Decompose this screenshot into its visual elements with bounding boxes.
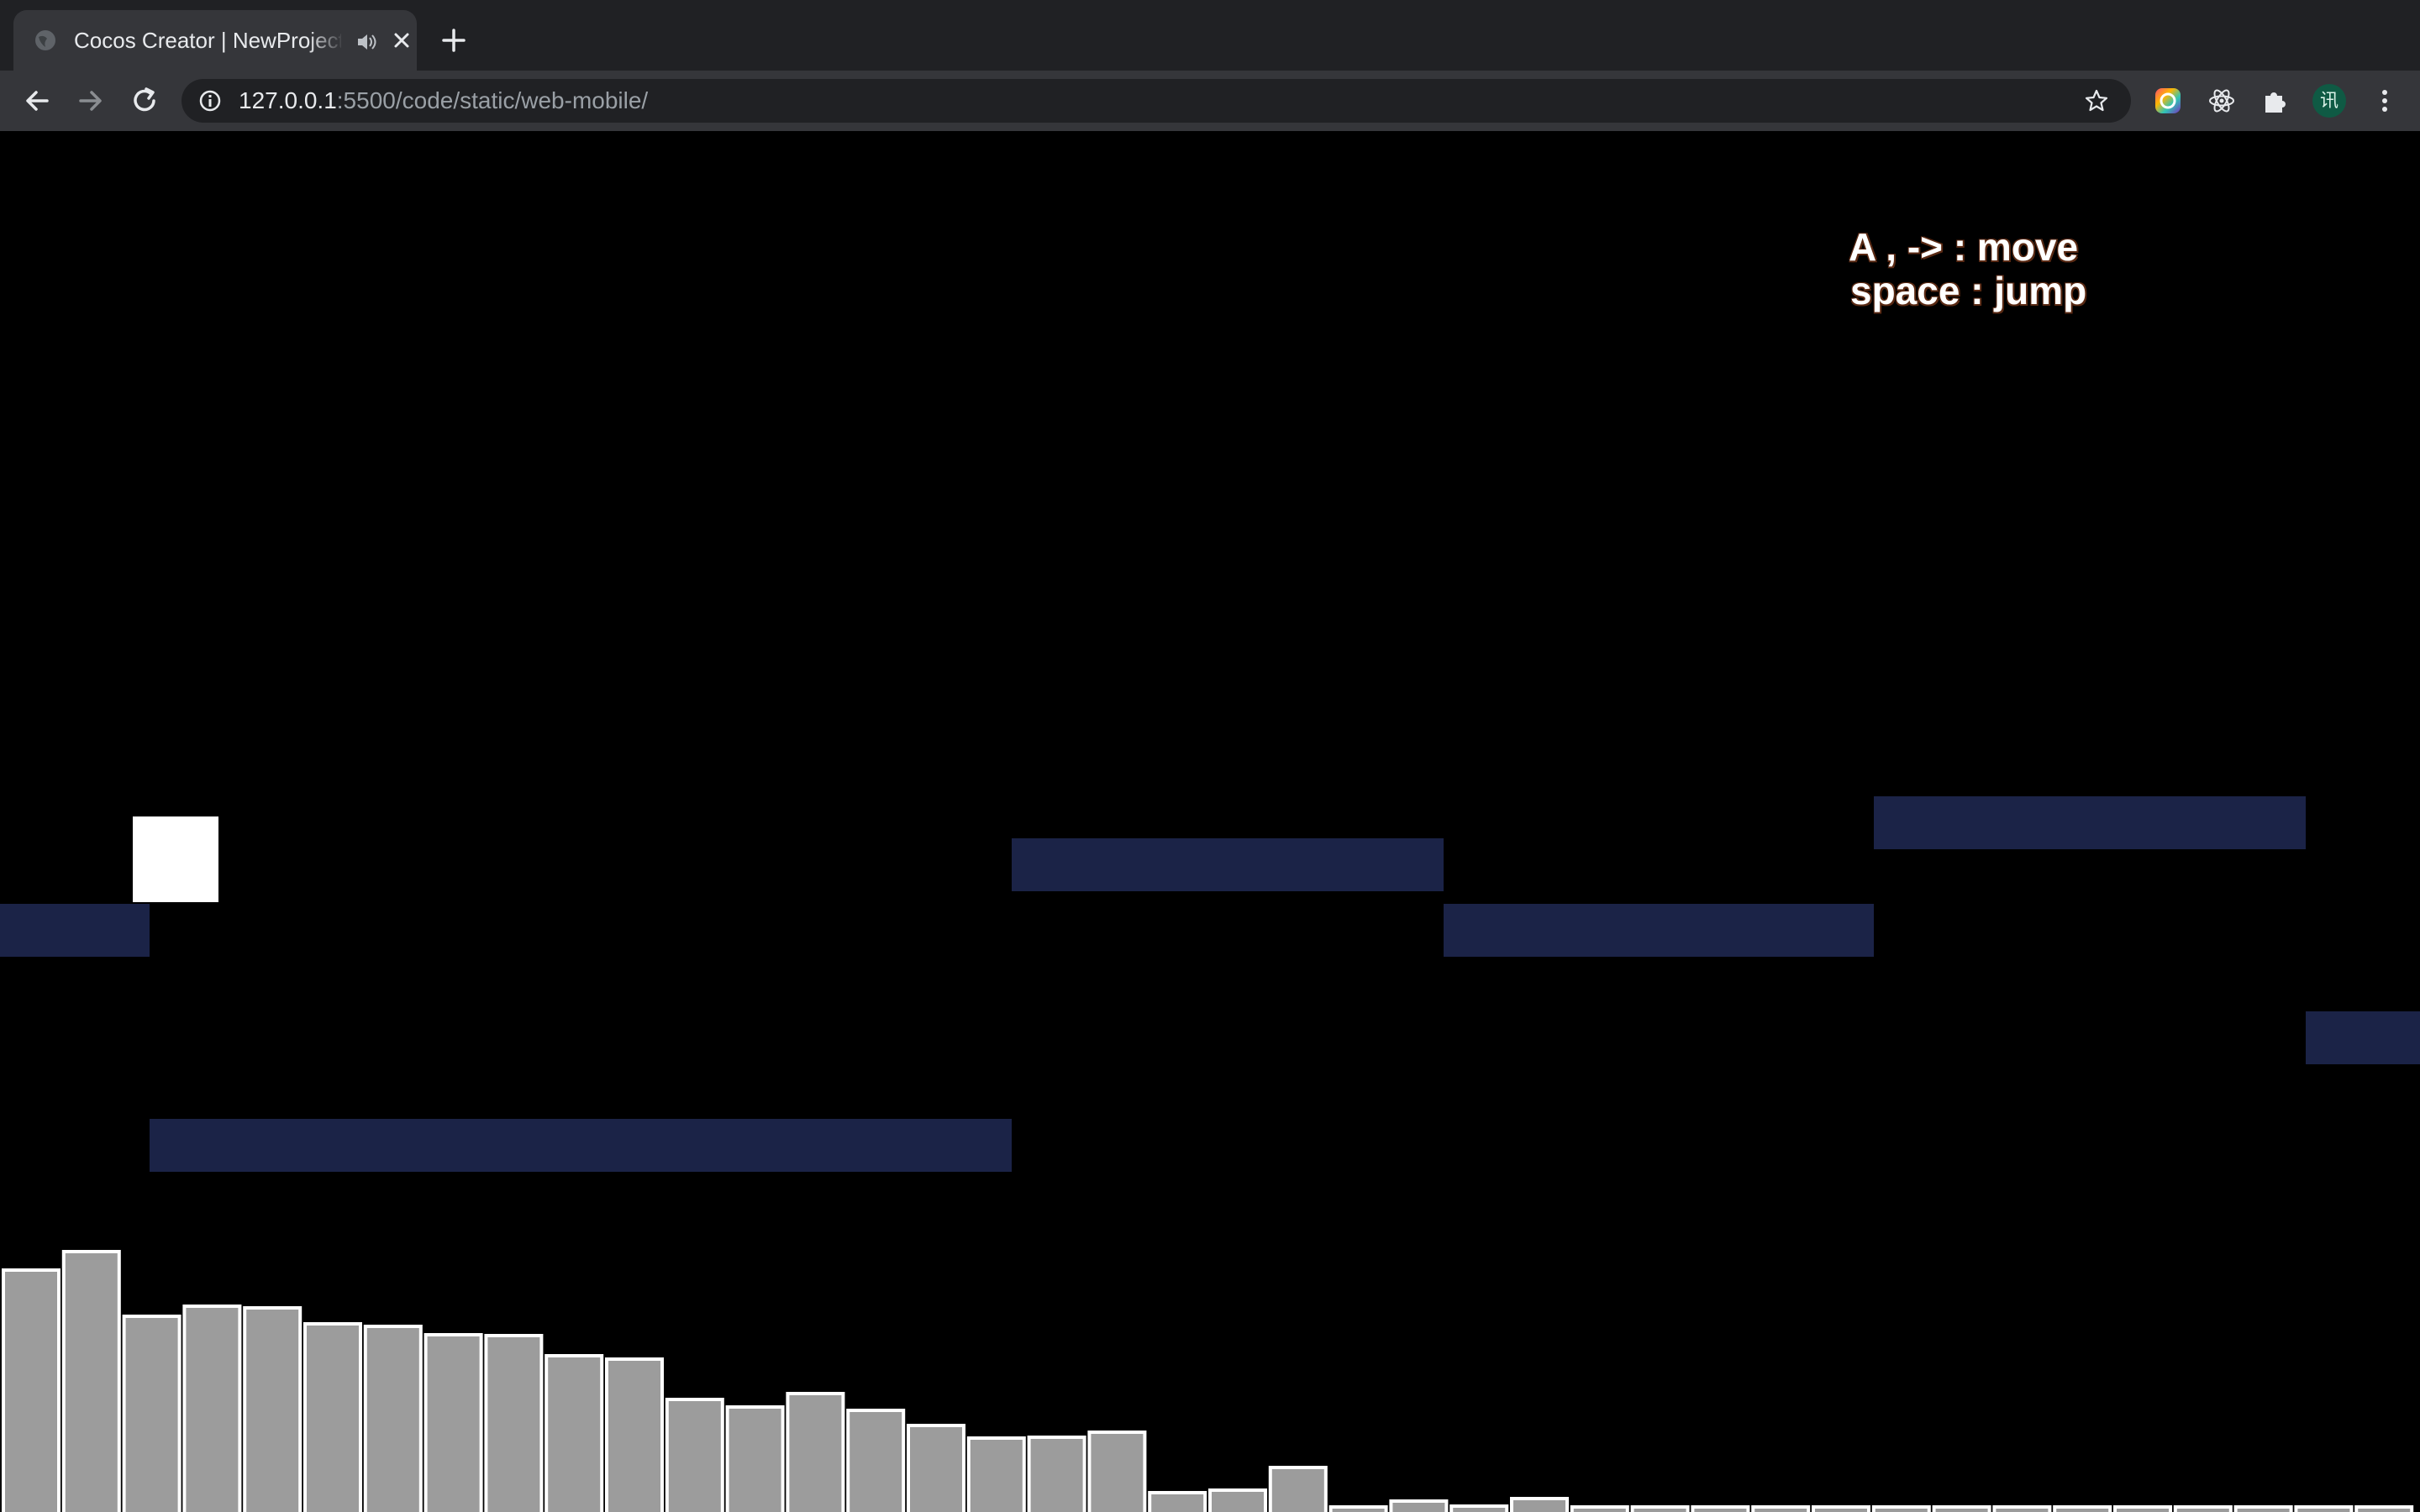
spectrum-bar [1449,1504,1509,1512]
spectrum-bar [725,1405,785,1512]
tab-cocos-creator[interactable]: Cocos Creator | NewProject [13,10,417,71]
spectrum-bar [182,1305,242,1512]
puzzle-extension-icon[interactable] [2260,86,2291,116]
tab-title-fade [308,22,345,59]
spectrum-bar [61,1250,121,1512]
spectrum-bar [1871,1505,1931,1512]
url-path: :5500/code/static/web-mobile/ [336,87,649,113]
spectrum-bar [907,1424,965,1512]
spectrum-bar [1087,1431,1147,1512]
spectrum-bar [665,1398,724,1512]
spectrum-bar [2113,1505,2172,1512]
spectrum-bar [1148,1491,1207,1512]
spectrum-bar [1389,1499,1449,1512]
spectrum-bar [2354,1505,2414,1512]
spectrum-bar [605,1357,664,1512]
spectrum-bar [786,1392,845,1512]
spectrum-bar [1630,1505,1690,1512]
plus-icon[interactable] [437,24,471,57]
spectrum-bar [303,1322,362,1512]
spectrum-bar [1691,1505,1750,1512]
spectrum-bar [122,1315,182,1512]
spectrum-bar [1992,1505,2052,1512]
profile-avatar[interactable]: 讯 [2312,84,2346,118]
spectrum-bar [2173,1505,2233,1512]
spectrum-bar [846,1409,906,1512]
spectrum-bar [484,1334,544,1512]
star-icon[interactable] [2084,88,2109,113]
reload-icon[interactable] [128,84,161,118]
speaker-icon[interactable] [355,30,378,54]
spectrum-bar [1570,1505,1629,1512]
spectrum-bar [2,1268,60,1512]
spectrum-bar [243,1306,302,1512]
spectrum-bar [2294,1505,2354,1512]
forward-arrow-icon[interactable] [74,84,108,118]
spectrum-bar [1328,1505,1388,1512]
info-icon[interactable] [198,89,222,113]
spectrum-bar [544,1354,604,1512]
spectrum-bar [1932,1505,1991,1512]
spectrum-bar [1812,1505,1870,1512]
back-arrow-icon[interactable] [20,84,54,118]
spectrum-bar [1510,1497,1569,1512]
tab-title: Cocos Creator | NewProject [74,28,341,53]
globe-icon [35,30,55,50]
spectrum-bar [966,1436,1026,1512]
url-host: 127.0.0.1 [239,87,337,113]
url-text[interactable]: 127.0.0.1:5500/code/static/web-mobile/ [239,86,648,116]
spectrum-bar [1208,1488,1267,1512]
spectrum-bar [1268,1466,1328,1512]
spectrum-bar [424,1333,483,1512]
color-circle-extension-icon[interactable] [2153,86,2183,116]
audio-spectrum-bars [2,1250,2414,1512]
spectrum-bar [1027,1436,1086,1512]
react-extension-icon[interactable] [2207,86,2237,116]
kebab-menu-icon[interactable] [2370,86,2400,116]
close-icon[interactable] [390,29,413,52]
spectrum-bar [2233,1505,2293,1512]
address-bar[interactable]: 127.0.0.1:5500/code/static/web-mobile/ [182,79,2131,123]
spectrum-bar [363,1325,423,1512]
spectrum-bar [1751,1505,1811,1512]
spectrum-bar [2053,1505,2112,1512]
tab-strip: Cocos Creator | NewProject [0,0,2420,71]
